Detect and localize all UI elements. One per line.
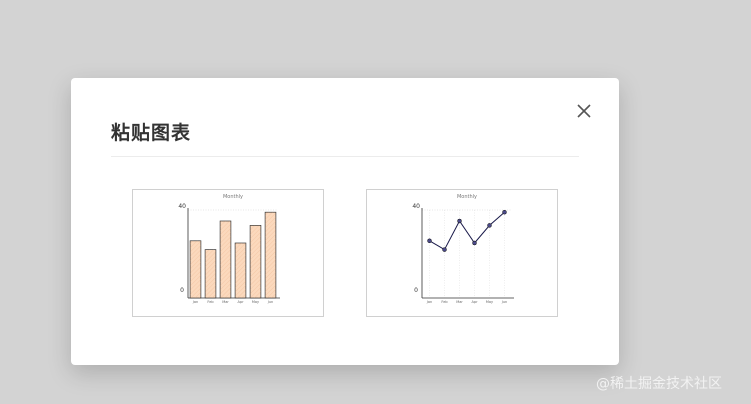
data-point: [472, 240, 477, 246]
paste-chart-dialog: 粘贴图表 Monthly 0 40 Jan Feb Mar Apr May Jun Monthl…: [71, 78, 619, 365]
x-tick-label: Feb: [441, 300, 448, 304]
x-tick-label: Mar: [456, 300, 463, 304]
close-button[interactable]: [573, 100, 595, 122]
bar-chart-option[interactable]: Monthly 0 40 Jan Feb Mar Apr May Jun: [132, 189, 324, 317]
bar-chart-preview: Monthly 0 40 Jan Feb Mar Apr May Jun: [178, 194, 280, 304]
data-point: [442, 247, 447, 252]
series-line: [429, 211, 505, 251]
watermark: @稀土掘金技术社区: [596, 376, 722, 392]
line-chart-option[interactable]: Monthly 0 40 Jan Feb Mar Apr May Jun: [366, 189, 558, 317]
x-tick-label: Feb: [207, 300, 214, 304]
data-point: [457, 218, 462, 224]
bar-hatch: [190, 240, 201, 298]
x-tick-label: May: [486, 300, 493, 304]
x-tick-label: May: [252, 300, 259, 304]
x-tick-label: Jan: [426, 300, 432, 304]
y-tick-label: 0: [180, 287, 184, 294]
x-tick-label: Mar: [222, 300, 229, 304]
data-point: [487, 223, 492, 228]
y-tick-label: 0: [414, 287, 418, 294]
bar-hatch: [235, 243, 246, 298]
y-tick-label: 40: [178, 203, 186, 210]
x-tick-label: Jun: [267, 300, 273, 304]
x-tick-label: Jan: [192, 300, 198, 304]
x-tick-label: Apr: [471, 300, 478, 304]
x-tick-label: Jun: [501, 300, 507, 304]
bar-hatch: [205, 249, 216, 298]
dialog-title: 粘贴图表: [111, 122, 192, 144]
title-divider: [111, 156, 579, 157]
data-point: [427, 238, 432, 244]
bar-hatch: [220, 221, 231, 298]
bar-hatch: [250, 225, 261, 298]
chart-title: Monthly: [223, 194, 243, 200]
close-icon: [577, 104, 591, 118]
line-chart-preview: Monthly 0 40 Jan Feb Mar Apr May Jun: [412, 194, 514, 304]
bar-hatch: [265, 212, 276, 298]
x-tick-label: Apr: [237, 300, 244, 304]
y-tick-label: 40: [412, 203, 420, 210]
chart-title: Monthly: [457, 194, 477, 200]
data-point: [502, 209, 507, 215]
